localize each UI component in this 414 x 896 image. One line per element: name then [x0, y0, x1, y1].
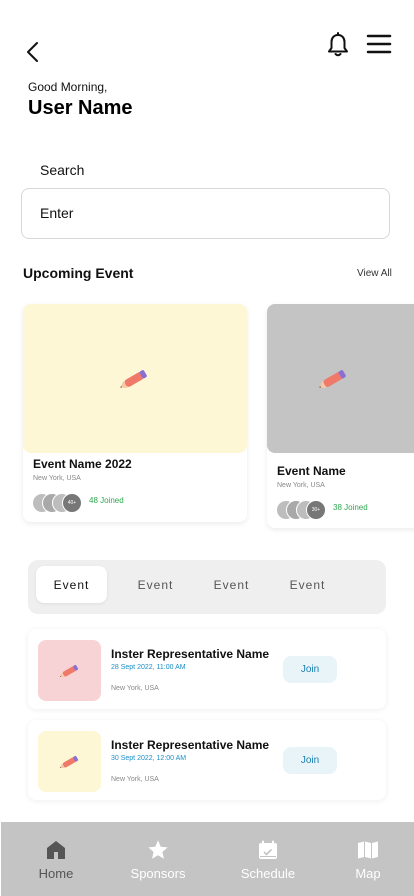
nav-label-sponsors: Sponsors	[130, 866, 186, 881]
tab-event-3[interactable]: Event	[196, 566, 267, 603]
list-item-thumbnail	[38, 640, 101, 701]
greeting-text: Good Morning,	[28, 80, 108, 94]
menu-button[interactable]	[366, 33, 392, 55]
join-button[interactable]: Join	[283, 656, 337, 683]
list-item-date: 30 Sept 2022, 12:00 AM	[111, 755, 187, 762]
pencil-icon	[59, 664, 78, 677]
event-tabs: Event Event Event Event	[28, 560, 386, 614]
event-card-location: New York, USA	[33, 475, 81, 482]
section-title-upcoming-event: Upcoming Event	[23, 265, 134, 281]
list-item: Inster Representative Name 30 Sept 2022,…	[28, 720, 386, 800]
event-card-image	[23, 304, 247, 453]
nav-label-schedule: Schedule	[240, 866, 296, 881]
bell-icon	[328, 32, 348, 57]
calendar-icon	[259, 840, 277, 859]
nav-item-sponsors[interactable]: Sponsors	[118, 822, 198, 896]
pencil-icon	[319, 369, 346, 388]
join-button[interactable]: Join	[283, 747, 337, 774]
event-card-name: Event Name	[277, 464, 346, 478]
search-label: Search	[40, 162, 85, 178]
chevron-left-icon	[27, 42, 38, 62]
search-input[interactable]	[40, 205, 370, 221]
event-card-image	[267, 304, 414, 453]
event-card-location: New York, USA	[277, 482, 325, 489]
event-card-name: Event Name 2022	[33, 457, 132, 471]
star-icon	[148, 840, 168, 859]
search-field[interactable]	[21, 188, 390, 239]
joined-count: 38 Joined	[333, 503, 368, 512]
attendee-avatars: 40+	[32, 493, 88, 513]
user-name: User Name	[28, 97, 133, 119]
bottom-navigation: Home Sponsors Schedule Map	[1, 822, 414, 896]
list-item-date: 28 Sept 2022, 11:00 AM	[111, 664, 186, 671]
list-item: Inster Representative Name 28 Sept 2022,…	[28, 629, 386, 709]
hamburger-menu-icon	[366, 34, 392, 54]
pencil-icon	[59, 755, 78, 768]
home-icon	[47, 841, 65, 859]
nav-item-map[interactable]: Map	[328, 822, 408, 896]
event-card[interactable]: Event Name New York, USA 30+ 38 Joined	[267, 304, 414, 528]
view-all-link[interactable]: View All	[357, 268, 392, 279]
nav-item-schedule[interactable]: Schedule	[228, 822, 308, 896]
pencil-icon	[120, 369, 147, 388]
tab-event-2[interactable]: Event	[120, 566, 191, 603]
list-item-thumbnail	[38, 731, 101, 792]
attendee-avatars: 30+	[276, 500, 332, 520]
nav-item-home[interactable]: Home	[16, 822, 96, 896]
tab-event-1[interactable]: Event	[36, 566, 107, 603]
attendee-count-badge: 40+	[62, 493, 82, 513]
tab-event-4[interactable]: Event	[272, 566, 343, 603]
list-item-title: Inster Representative Name	[111, 738, 270, 752]
back-button[interactable]	[22, 40, 46, 64]
list-item-location: New York, USA	[111, 776, 159, 783]
list-item-title: Inster Representative Name	[111, 647, 270, 661]
nav-label-map: Map	[355, 866, 381, 881]
event-card[interactable]: Event Name 2022 New York, USA 40+ 48 Joi…	[23, 304, 247, 522]
joined-count: 48 Joined	[89, 496, 124, 505]
nav-label-home: Home	[38, 866, 74, 881]
map-icon	[358, 841, 378, 859]
list-item-location: New York, USA	[111, 685, 159, 692]
attendee-count-badge: 30+	[306, 500, 326, 520]
notifications-button[interactable]	[327, 32, 351, 58]
